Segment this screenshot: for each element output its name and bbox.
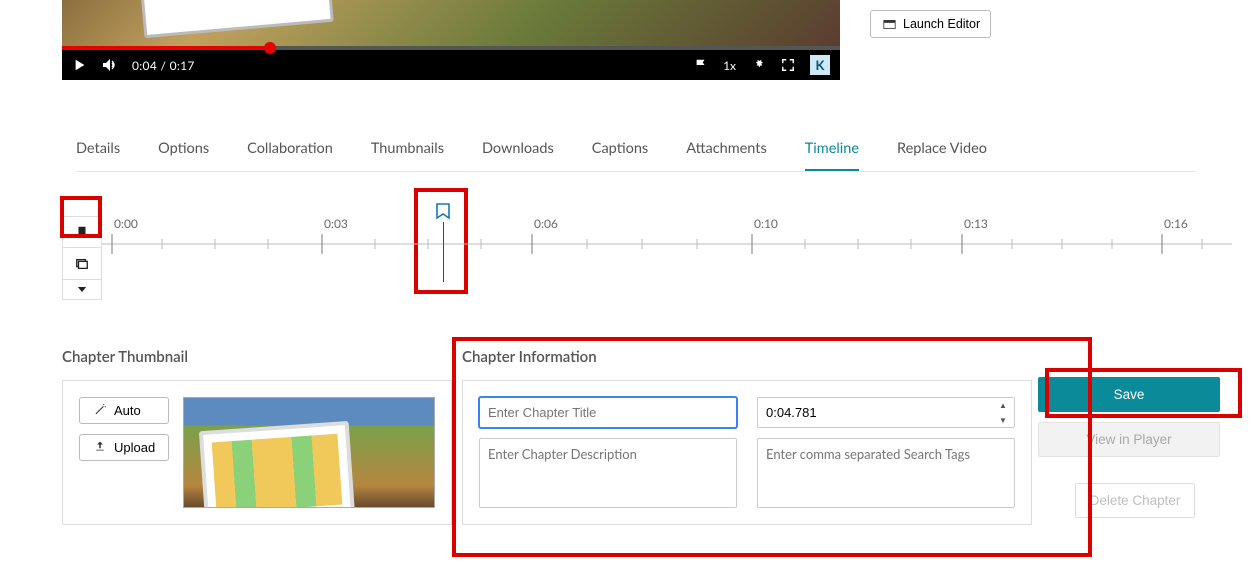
tabs-row: Details Options Collaboration Thumbnails…: [76, 140, 1196, 172]
tab-options[interactable]: Options: [158, 140, 209, 159]
volume-icon[interactable]: [102, 57, 118, 73]
chapter-information-title: Chapter Information: [462, 348, 1032, 366]
play-icon[interactable]: [72, 57, 88, 73]
chapter-tags-input[interactable]: [757, 438, 1015, 508]
launch-editor-button[interactable]: Launch Editor: [870, 10, 991, 38]
save-button-label: Save: [1114, 387, 1145, 402]
auto-thumbnail-button[interactable]: Auto: [79, 397, 169, 424]
slides-track-icon[interactable]: [63, 248, 101, 280]
brand-badge[interactable]: K: [810, 55, 830, 75]
view-in-player-label: View in Player: [1086, 432, 1171, 447]
tab-timeline[interactable]: Timeline: [805, 140, 859, 171]
track-expand-icon[interactable]: [63, 280, 101, 300]
upload-thumbnail-button[interactable]: Upload: [79, 434, 169, 461]
timeline-tick-label: 0:00: [114, 216, 138, 231]
video-content-thumbnail: [140, 0, 334, 38]
flag-icon[interactable]: [693, 57, 709, 73]
fullscreen-icon[interactable]: [780, 57, 796, 73]
chapter-title-input[interactable]: [479, 397, 737, 428]
thumbnail-content: [199, 421, 355, 508]
player-control-bar: 0:04 / 0:17 1x K: [62, 50, 840, 80]
tab-attachments[interactable]: Attachments: [686, 140, 767, 159]
video-player[interactable]: 0:04 / 0:17 1x K: [62, 0, 840, 80]
tab-downloads[interactable]: Downloads: [482, 140, 554, 159]
delete-chapter-label: Delete Chapter: [1090, 493, 1181, 508]
tab-replace-video[interactable]: Replace Video: [897, 140, 987, 159]
chapter-thumbnail-title: Chapter Thumbnail: [62, 348, 452, 366]
progress-bar[interactable]: [62, 46, 840, 50]
launch-editor-label: Launch Editor: [903, 17, 980, 31]
chapter-time-input[interactable]: [757, 397, 1015, 428]
wand-icon: [94, 403, 106, 418]
player-total-time: 0:17: [170, 58, 195, 73]
upload-icon: [94, 440, 106, 455]
timeline-editor: 0:00 0:03 0:06 0:10 0:13 0:16: [62, 216, 1232, 300]
upload-thumbnail-label: Upload: [114, 440, 155, 455]
timeline-tick-label: 0:16: [1164, 216, 1188, 231]
chapter-thumbnail-preview: [183, 397, 435, 508]
chapter-thumbnail-panel: Chapter Thumbnail Auto Upload: [62, 348, 452, 525]
delete-chapter-button[interactable]: Delete Chapter: [1075, 483, 1195, 518]
view-in-player-button[interactable]: View in Player: [1038, 422, 1220, 457]
tab-details[interactable]: Details: [76, 140, 120, 159]
auto-thumbnail-label: Auto: [114, 403, 141, 418]
tab-captions[interactable]: Captions: [592, 140, 648, 159]
gear-icon[interactable]: [750, 57, 766, 73]
film-icon: [881, 16, 897, 32]
chapter-marker-stem: [443, 222, 444, 282]
playback-speed[interactable]: 1x: [723, 58, 736, 73]
timeline-ruler[interactable]: 0:00 0:03 0:06 0:10 0:13 0:16: [102, 216, 1232, 281]
timeline-tick-label: 0:06: [534, 216, 558, 231]
timeline-tick-label: 0:03: [324, 216, 348, 231]
chapter-track-icon[interactable]: [63, 216, 101, 248]
timeline-tick-label: 0:10: [754, 216, 778, 231]
tab-thumbnails[interactable]: Thumbnails: [371, 140, 444, 159]
chapter-actions-panel: Save View in Player Delete Chapter: [1032, 377, 1232, 518]
timeline-track-tools: [62, 216, 102, 300]
timeline-tick-label: 0:13: [964, 216, 988, 231]
chapter-marker[interactable]: [434, 202, 452, 282]
number-spinner[interactable]: ▲▼: [999, 400, 1011, 425]
video-frame: [62, 0, 840, 50]
progress-fill: [62, 46, 264, 50]
chapter-information-panel: Chapter Information ▲▼: [452, 348, 1032, 525]
player-time-display: 0:04 / 0:17: [132, 58, 195, 73]
save-button[interactable]: Save: [1038, 377, 1220, 412]
chapter-description-input[interactable]: [479, 438, 737, 508]
player-current-time: 0:04: [132, 58, 157, 73]
tab-collaboration[interactable]: Collaboration: [247, 140, 333, 159]
